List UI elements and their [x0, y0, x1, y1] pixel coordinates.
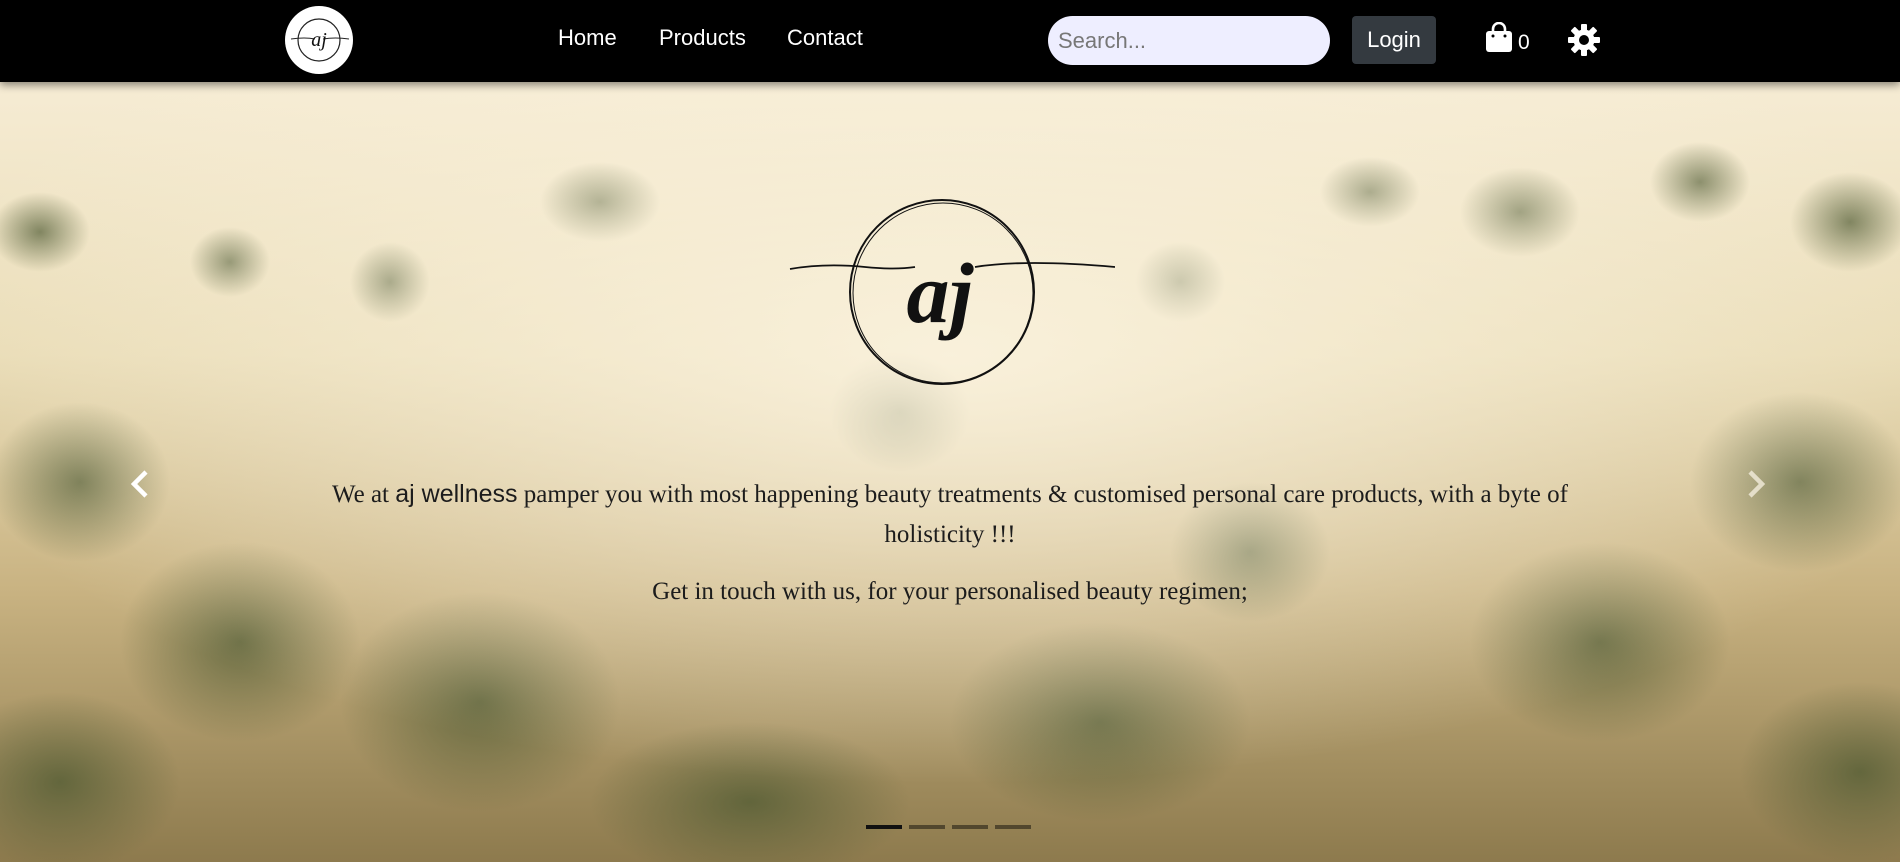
- search-input[interactable]: [1048, 16, 1330, 65]
- navbar: aj Home Products Contact Login 0: [0, 0, 1900, 82]
- hero-intro-prefix: We at: [332, 481, 396, 508]
- hero-intro-suffix: pamper you with most happening beauty tr…: [517, 481, 1568, 548]
- brand-logo[interactable]: aj: [285, 6, 353, 74]
- carousel-prev-button[interactable]: [122, 464, 162, 504]
- nav-link-products[interactable]: Products: [659, 24, 746, 52]
- hero-subtext: Get in touch with us, for your personali…: [652, 578, 1248, 605]
- hero-logo-text: aj: [907, 245, 975, 341]
- nav-link-home[interactable]: Home: [558, 24, 617, 52]
- nav-link-contact[interactable]: Contact: [787, 24, 863, 52]
- brand-logo-text: aj: [311, 29, 327, 51]
- hero-brand-name: aj wellness: [395, 480, 518, 508]
- carousel-indicators: [866, 822, 1036, 832]
- cart-count: 0: [1518, 31, 1530, 54]
- carousel-indicator[interactable]: [909, 825, 945, 829]
- gear-icon: [1568, 24, 1600, 56]
- carousel-indicator[interactable]: [952, 825, 988, 829]
- hero-logo: aj: [789, 199, 1115, 385]
- login-button[interactable]: Login: [1352, 16, 1436, 64]
- cart-button[interactable]: 0: [1484, 21, 1532, 56]
- chevron-left-icon: [130, 470, 148, 498]
- chevron-right-icon: [1748, 470, 1766, 498]
- carousel-indicator[interactable]: [866, 825, 902, 829]
- brand-logo-mark: aj: [290, 18, 350, 62]
- hero-carousel: aj We at aj wellness pamper you with mos…: [0, 82, 1900, 862]
- settings-button[interactable]: [1567, 23, 1601, 57]
- shopping-bag-icon: [1486, 21, 1512, 52]
- carousel-indicator[interactable]: [995, 825, 1031, 829]
- hero-intro-text: We at aj wellness pamper you with most h…: [290, 474, 1610, 555]
- carousel-next-button[interactable]: [1736, 464, 1776, 504]
